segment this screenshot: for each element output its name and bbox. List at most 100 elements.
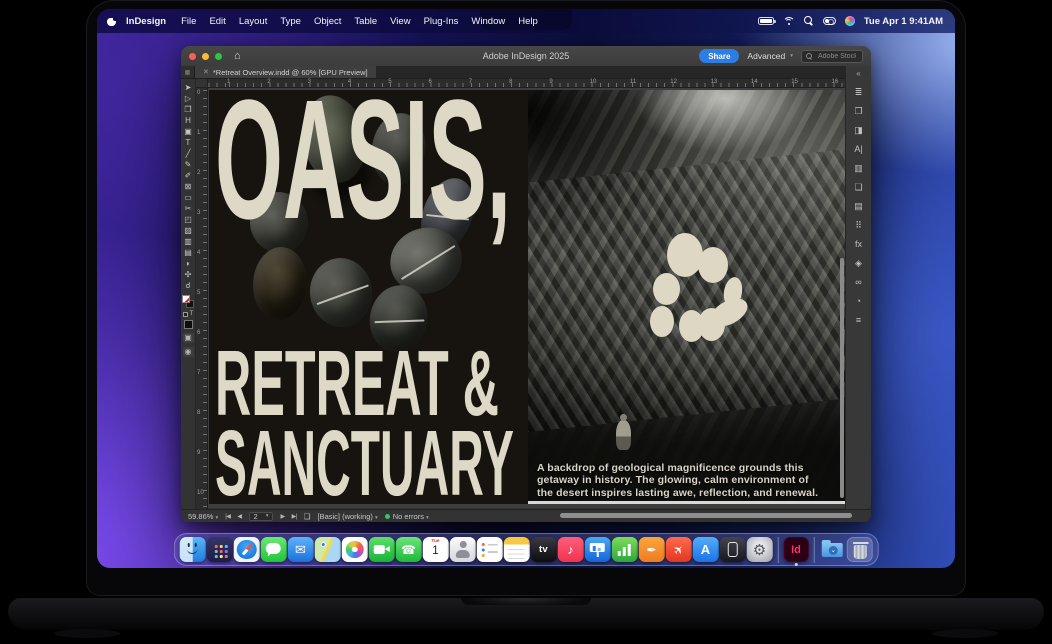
dock-icon-iphone-mirroring[interactable]	[720, 537, 746, 563]
formatting-affects-row[interactable]: T	[183, 311, 194, 317]
fill-none-swatch[interactable]	[182, 295, 190, 303]
spotlight-search-icon[interactable]	[804, 16, 814, 26]
dock-icon-system-settings[interactable]: ⚙	[747, 537, 773, 563]
dock-icon-indesign[interactable]: Id	[783, 537, 809, 563]
stock-search-input[interactable]	[816, 52, 858, 61]
ruler-origin-box[interactable]	[196, 79, 208, 88]
page-number-field[interactable]: 2 ▾	[249, 512, 274, 521]
tab-close-icon[interactable]: ✕	[203, 68, 209, 76]
control-center-icon[interactable]	[823, 17, 836, 26]
menu-item-view[interactable]: View	[390, 16, 410, 27]
links-panel-icon[interactable]: ∞	[846, 274, 871, 293]
menu-item-object[interactable]: Object	[314, 16, 341, 27]
line-tool-icon[interactable]: ╱	[181, 148, 195, 159]
dock-icon-maps[interactable]	[315, 537, 341, 563]
zoom-tool-icon[interactable]: ☌	[181, 280, 195, 291]
dock-icon-photos[interactable]	[342, 537, 368, 563]
free-transform-tool-icon[interactable]: ◰	[181, 214, 195, 225]
screen-mode-button[interactable]: ▣	[183, 333, 194, 343]
document-tab[interactable]: ✕ *Retreat Overview.indd @ 60% [GPU Prev…	[195, 66, 376, 78]
next-page-button[interactable]: ▶	[280, 513, 284, 520]
layers-panel-icon[interactable]: ❏	[846, 179, 871, 198]
share-button[interactable]: Share	[699, 49, 739, 63]
properties-panel-icon[interactable]: ≣	[846, 84, 871, 103]
dock-icon-messages[interactable]	[261, 537, 287, 563]
dock-icon-calendar[interactable]: Tue1	[423, 537, 449, 563]
dock-icon-mail[interactable]: ✉	[288, 537, 314, 563]
object-styles-panel-icon[interactable]: ◈	[846, 255, 871, 274]
preflight-icon[interactable]: ❏	[304, 512, 311, 521]
dock-icon-numbers[interactable]	[612, 537, 638, 563]
preview-mode-button[interactable]: ◉	[183, 347, 194, 357]
tab-overflow-icon[interactable]: ▦	[181, 66, 195, 78]
dock-icon-notes[interactable]	[504, 537, 530, 563]
menu-item-window[interactable]: Window	[471, 16, 505, 27]
wifi-icon[interactable]	[783, 17, 795, 26]
dock-icon-keynote[interactable]	[585, 537, 611, 563]
pages-panel-icon[interactable]: ❐	[846, 103, 871, 122]
menu-item-edit[interactable]: Edit	[209, 16, 225, 27]
eyedropper-tool-icon[interactable]: ◗	[181, 258, 195, 269]
pencil-tool-icon[interactable]: ✐	[181, 170, 195, 181]
menu-item-type[interactable]: Type	[280, 16, 301, 27]
workspace-switcher[interactable]: Advanced ▾	[747, 51, 793, 61]
paragraph-panel-icon[interactable]: ▥	[846, 160, 871, 179]
dock-icon-contacts[interactable]	[450, 537, 476, 563]
vertical-scrollbar[interactable]	[840, 258, 844, 498]
siri-icon[interactable]	[845, 16, 855, 26]
align-panel-icon[interactable]: ⠿	[846, 217, 871, 236]
dock-icon-launchpad[interactable]	[207, 537, 233, 563]
character-panel-icon[interactable]: A|	[846, 141, 871, 160]
type-tool-icon[interactable]: T	[181, 137, 195, 148]
gradient-feather-tool-icon[interactable]: ▥	[181, 236, 195, 247]
dock-icon-facetime[interactable]	[369, 537, 395, 563]
last-page-button[interactable]: ▶|	[292, 513, 297, 520]
text-affect-icon[interactable]: T	[190, 311, 194, 317]
direct-selection-tool-icon[interactable]: ▷	[181, 93, 195, 104]
dock-icon-phone[interactable]: ☎	[396, 537, 422, 563]
apple-menu-icon[interactable]	[107, 16, 116, 26]
menu-app-name[interactable]: InDesign	[126, 16, 166, 27]
dock-icon-reminders[interactable]	[477, 537, 503, 563]
hand-tool-icon[interactable]: ✣	[181, 269, 195, 280]
cc-libraries-panel-icon[interactable]: ◨	[846, 122, 871, 141]
menu-item-table[interactable]: Table	[354, 16, 377, 27]
menu-item-layout[interactable]: Layout	[239, 16, 268, 27]
effects-panel-icon[interactable]: fx	[846, 236, 871, 255]
first-page-button[interactable]: |◀	[225, 513, 230, 520]
adobe-stock-search[interactable]	[801, 50, 863, 63]
gradient-tool-icon[interactable]: ▨	[181, 225, 195, 236]
preflight-profile[interactable]: [Basic] (working)▾	[318, 512, 378, 521]
vertical-ruler[interactable]: 012345678910	[196, 88, 208, 509]
right-page[interactable]: A backdrop of geological magnificence gr…	[528, 90, 845, 504]
fill-stroke-swatches[interactable]	[182, 295, 194, 308]
document-canvas[interactable]: OASIS, RETREAT & SANCTUARY	[208, 88, 845, 508]
menu-clock[interactable]: Tue Apr 1 9:41AM	[864, 16, 943, 27]
dock-icon-app-store[interactable]: A	[693, 537, 719, 563]
dock-icon-trash[interactable]	[847, 537, 873, 563]
dock-icon-rocket-app[interactable]: ✈	[666, 537, 692, 563]
left-page[interactable]: OASIS, RETREAT & SANCTUARY	[209, 90, 528, 504]
dock-icon-tv[interactable]: tv	[531, 537, 557, 563]
menu-item-plug-ins[interactable]: Plug-Ins	[424, 16, 459, 27]
horizontal-scrollbar[interactable]	[560, 513, 852, 518]
battery-icon[interactable]	[758, 17, 774, 25]
dock-icon-downloads[interactable]: ⌄	[820, 537, 846, 563]
selection-tool-icon[interactable]: ➤	[181, 82, 195, 93]
color-panel-icon[interactable]: ◔	[846, 293, 871, 312]
dock-icon-music[interactable]: ♪	[558, 537, 584, 563]
previous-page-button[interactable]: ◀	[237, 513, 241, 520]
rectangle-tool-icon[interactable]: ▭	[181, 192, 195, 203]
text-wrap-panel-icon[interactable]: ▤	[846, 198, 871, 217]
container-affect-icon[interactable]	[183, 312, 188, 317]
collapse-panels-icon[interactable]: «	[856, 69, 860, 78]
pen-tool-icon[interactable]: ✎	[181, 159, 195, 170]
zoom-level[interactable]: 59.86%▾	[188, 512, 218, 521]
menu-item-file[interactable]: File	[181, 16, 196, 27]
apply-color-swatch[interactable]	[184, 320, 193, 329]
page-tool-icon[interactable]: ❐	[181, 104, 195, 115]
window-titlebar[interactable]: ⌂ Adobe InDesign 2025 Share Advanced ▾	[181, 46, 871, 66]
dock-icon-finder[interactable]	[180, 537, 206, 563]
zoom-window-button[interactable]	[215, 53, 222, 60]
menu-item-help[interactable]: Help	[518, 16, 538, 27]
